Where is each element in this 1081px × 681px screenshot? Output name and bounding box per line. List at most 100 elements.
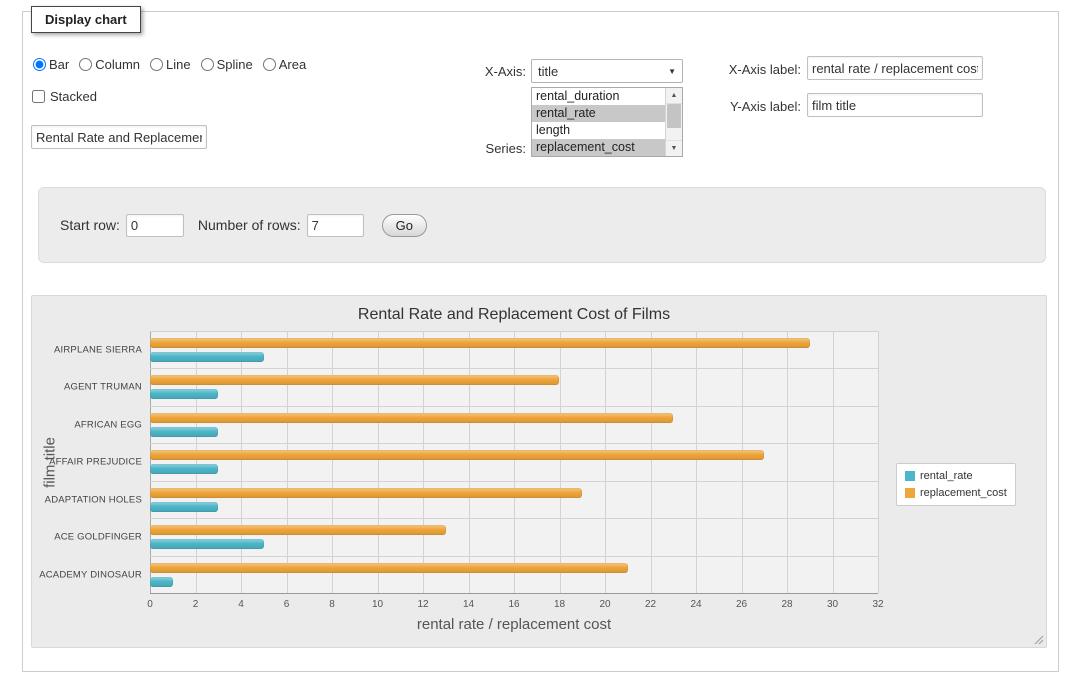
chart-panel: 02468101214161820222426283032AIRPLANE SI… [31, 295, 1047, 648]
legend-swatch-replacement_cost [905, 488, 915, 498]
bar-replacement_cost [150, 413, 673, 423]
chart-type-option-spline[interactable]: Spline [201, 57, 253, 72]
chevron-down-icon: ▼ [668, 67, 676, 76]
radio-label: Area [279, 57, 306, 72]
resize-handle-icon[interactable] [1032, 633, 1044, 645]
chart-type-radio-group: Bar Column Line Spline Area [33, 57, 306, 72]
y-axis-label-input[interactable] [807, 93, 983, 117]
gridline-vertical [469, 331, 470, 593]
series-options: rental_durationrental_ratelengthreplacem… [532, 88, 665, 156]
radio-line[interactable] [150, 58, 163, 71]
chart-title-input[interactable] [31, 125, 207, 149]
x-axis-title: rental rate / replacement cost [150, 616, 878, 633]
chart-type-option-bar[interactable]: Bar [33, 57, 69, 72]
gridline-horizontal [150, 368, 878, 369]
legend-label: replacement_cost [920, 487, 1007, 499]
display-chart-fieldset: Display chart BarColumnLineSplineArea St… [22, 11, 1059, 672]
gridline-vertical [423, 331, 424, 593]
gridline-vertical [787, 331, 788, 593]
bar-rental_rate [150, 577, 173, 587]
bar-rental_rate [150, 539, 264, 549]
x-axis-label-input[interactable] [807, 56, 983, 80]
x-tick-label: 0 [147, 599, 153, 610]
stacked-checkbox[interactable] [32, 90, 45, 103]
series-option-rental_rate[interactable]: rental_rate [532, 105, 665, 122]
bar-rental_rate [150, 502, 218, 512]
x-axis-label-label: X-Axis label: [699, 62, 801, 77]
bar-replacement_cost [150, 563, 628, 573]
chart-title: Rental Rate and Replacement Cost of Film… [150, 306, 878, 324]
x-tick-label: 4 [238, 599, 244, 610]
radio-label: Spline [217, 57, 253, 72]
radio-bar[interactable] [33, 58, 46, 71]
bar-rental_rate [150, 352, 264, 362]
x-tick-label: 24 [690, 599, 701, 610]
series-option-length[interactable]: length [532, 122, 665, 139]
x-axis-select[interactable]: title ▼ [531, 59, 683, 83]
gridline-vertical [696, 331, 697, 593]
y-axis-title: film title [42, 383, 59, 543]
stacked-label: Stacked [50, 89, 97, 104]
gridline-vertical [878, 331, 879, 593]
x-tick-label: 10 [372, 599, 383, 610]
bar-replacement_cost [150, 450, 764, 460]
x-axis-select-label: X-Axis: [438, 64, 526, 79]
radio-label: Column [95, 57, 140, 72]
x-tick-label: 32 [872, 599, 883, 610]
legend-item-replacement_cost[interactable]: replacement_cost [905, 487, 1007, 499]
x-tick-label: 2 [193, 599, 199, 610]
gridline-horizontal [150, 481, 878, 482]
bar-rental_rate [150, 427, 218, 437]
gridline-vertical [560, 331, 561, 593]
gridline-vertical [651, 331, 652, 593]
chart-canvas: 02468101214161820222426283032AIRPLANE SI… [32, 296, 1046, 647]
chart-legend: rental_rate replacement_cost [896, 463, 1016, 506]
radio-spline[interactable] [201, 58, 214, 71]
chart-type-option-line[interactable]: Line [150, 57, 191, 72]
radio-area[interactable] [263, 58, 276, 71]
bar-replacement_cost [150, 338, 810, 348]
x-axis-line [150, 593, 878, 594]
gridline-horizontal [150, 331, 878, 332]
chart-type-option-area[interactable]: Area [263, 57, 306, 72]
scroll-down-icon[interactable]: ▼ [666, 140, 682, 156]
bar-replacement_cost [150, 525, 446, 535]
series-option-rental_duration[interactable]: rental_duration [532, 88, 665, 105]
fieldset-legend: Display chart [31, 6, 141, 33]
x-tick-label: 28 [781, 599, 792, 610]
chart-type-option-column[interactable]: Column [79, 57, 140, 72]
series-listbox-label: Series: [438, 141, 526, 156]
stacked-checkbox-row[interactable]: Stacked [32, 89, 97, 104]
series-option-replacement_cost[interactable]: replacement_cost [532, 139, 665, 156]
radio-column[interactable] [79, 58, 92, 71]
gridline-horizontal [150, 406, 878, 407]
start-row-input[interactable] [126, 214, 184, 237]
x-tick-label: 20 [599, 599, 610, 610]
y-axis-label-label: Y-Axis label: [699, 99, 801, 114]
scroll-up-icon[interactable]: ▲ [666, 88, 682, 104]
x-tick-label: 8 [329, 599, 335, 610]
legend-item-rental_rate[interactable]: rental_rate [905, 470, 1007, 482]
scrollbar-thumb[interactable] [667, 104, 681, 128]
radio-label: Bar [49, 57, 69, 72]
listbox-scrollbar[interactable]: ▲ ▼ [665, 88, 682, 156]
series-listbox[interactable]: rental_durationrental_ratelengthreplacem… [531, 87, 683, 157]
bar-rental_rate [150, 389, 218, 399]
go-button[interactable]: Go [382, 214, 427, 237]
x-tick-label: 22 [645, 599, 656, 610]
gridline-vertical [287, 331, 288, 593]
x-tick-label: 12 [417, 599, 428, 610]
gridline-horizontal [150, 443, 878, 444]
gridline-vertical [196, 331, 197, 593]
category-label: ACADEMY DINOSAUR [32, 569, 142, 580]
bar-replacement_cost [150, 375, 559, 385]
gridline-vertical [378, 331, 379, 593]
page: Display chart Bar Column Line Spline Area St… [0, 0, 1081, 681]
start-row-label: Start row: [60, 217, 120, 233]
number-of-rows-input[interactable] [307, 214, 364, 237]
x-tick-label: 16 [508, 599, 519, 610]
x-tick-label: 14 [463, 599, 474, 610]
category-label: AIRPLANE SIERRA [32, 345, 142, 356]
number-of-rows-label: Number of rows: [198, 217, 301, 233]
y-axis-line [150, 331, 151, 593]
